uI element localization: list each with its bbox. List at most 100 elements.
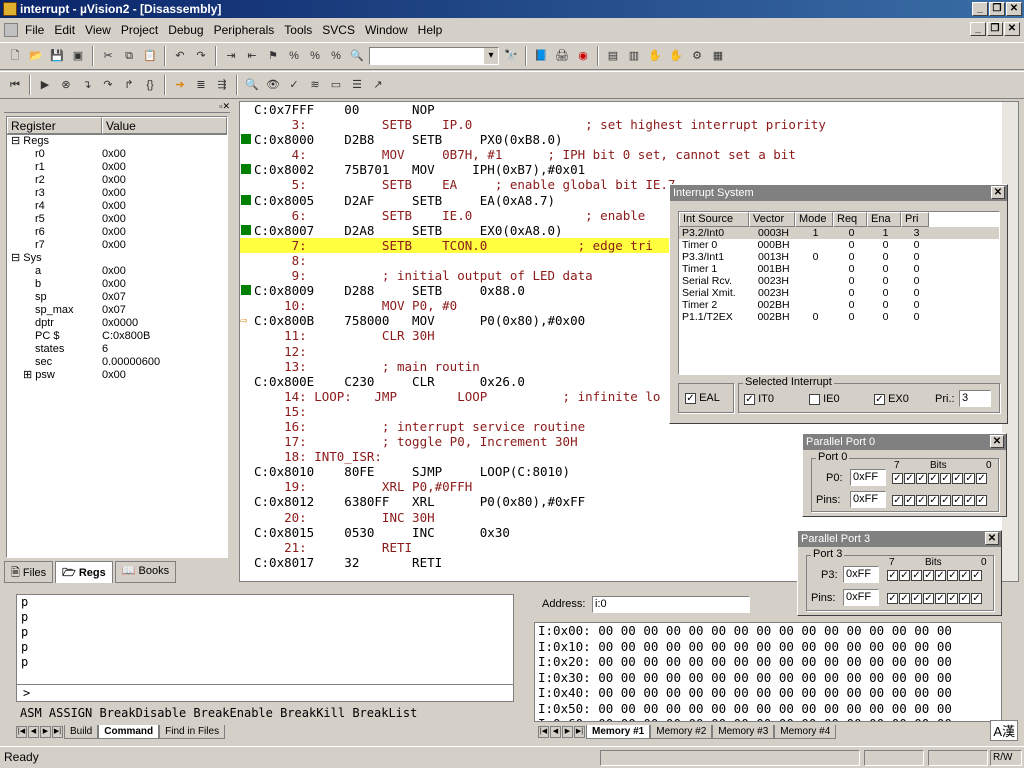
configure-icon[interactable]: ⚙ [688, 47, 706, 65]
bit-checkbox[interactable]: ✓ [940, 494, 951, 506]
close-icon[interactable]: ✕ [991, 186, 1005, 199]
port3-p-field[interactable]: 0xFF [843, 566, 879, 583]
bit-checkbox[interactable]: ✓ [959, 569, 970, 581]
register-row[interactable]: sp 0x07 [7, 291, 227, 304]
bookmark-icon[interactable]: ⚑ [264, 47, 282, 65]
interrupt-row[interactable]: Timer 0 000BH 0 0 0 [679, 239, 999, 251]
interrupt-column-header[interactable]: Int Source [679, 212, 749, 227]
register-row[interactable]: r3 0x00 [7, 187, 227, 200]
bit-checkbox[interactable]: ✓ [971, 569, 982, 581]
menu-file[interactable]: File [20, 23, 49, 37]
register-column-header[interactable]: Register [7, 117, 102, 134]
menu-debug[interactable]: Debug [163, 23, 208, 37]
source-line[interactable]: 4: MOV 0B7H, #1 ; IPH bit 0 set, cannot … [240, 147, 1018, 162]
tab-books[interactable]: 📖 Books [114, 561, 177, 583]
disassembly-window-icon[interactable]: 🔍 [243, 76, 261, 94]
asm-line[interactable]: C:0x7FFF 00 NOP [240, 102, 1018, 117]
source-browser-icon[interactable]: 📘 [532, 47, 550, 65]
run-icon[interactable]: ▶ [36, 76, 54, 94]
options-icon[interactable]: ▦ [709, 47, 727, 65]
register-row[interactable]: r1 0x00 [7, 161, 227, 174]
unindent-icon[interactable]: ⇤ [243, 47, 261, 65]
workspace-close-icon[interactable]: ▫✕ [219, 101, 230, 112]
cut-icon[interactable]: ✂ [99, 47, 117, 65]
menu-edit[interactable]: Edit [49, 23, 80, 37]
workspace-window-icon[interactable]: ▤ [604, 47, 622, 65]
bit-checkbox[interactable]: ✓ [904, 472, 915, 484]
prev-tab-icon[interactable]: ◀ [28, 726, 39, 738]
register-row[interactable]: r4 0x00 [7, 200, 227, 213]
menu-view[interactable]: View [80, 23, 116, 37]
debug-session-icon[interactable]: ◉ [574, 47, 592, 65]
first-tab-icon[interactable]: |◀ [16, 726, 27, 738]
bit-checkbox[interactable]: ✓ [916, 494, 927, 506]
new-file-icon[interactable]: 🗋 [6, 47, 24, 65]
tab-memory-4[interactable]: Memory #4 [774, 725, 837, 739]
restore-button[interactable]: ❐ [989, 2, 1005, 16]
bit-checkbox[interactable]: ✓ [952, 472, 963, 484]
open-folder-icon[interactable]: 📂 [27, 47, 45, 65]
interrupt-column-header[interactable]: Vector [749, 212, 795, 227]
toolbox-icon[interactable]: ↗ [369, 76, 387, 94]
menu-window[interactable]: Window [360, 23, 413, 37]
next-tab-icon[interactable]: ▶ [562, 726, 573, 738]
register-row[interactable]: r7 0x00 [7, 239, 227, 252]
last-tab-icon[interactable]: ▶| [52, 726, 63, 738]
clear-bookmarks-icon[interactable]: % [327, 47, 345, 65]
bit-checkbox[interactable]: ✓ [935, 569, 946, 581]
tab-memory-1[interactable]: Memory #1 [586, 725, 651, 739]
bit-checkbox[interactable]: ✓ [964, 494, 975, 506]
redo-icon[interactable]: ↷ [192, 47, 210, 65]
bit-checkbox[interactable]: ✓ [916, 472, 927, 484]
register-row[interactable]: PC $ C:0x800B [7, 330, 227, 343]
eal-checkbox[interactable]: ✓ EAL [685, 392, 720, 404]
register-row[interactable]: r5 0x00 [7, 213, 227, 226]
menu-help[interactable]: Help [413, 23, 448, 37]
value-column-header[interactable]: Value [102, 117, 227, 134]
interrupt-column-header[interactable]: Req [833, 212, 867, 227]
save-all-icon[interactable]: ▣ [69, 47, 87, 65]
bit-checkbox[interactable]: ✓ [940, 472, 951, 484]
it0-checkbox[interactable]: ✓ IT0 [744, 393, 774, 405]
interrupt-row[interactable]: P3.3/Int1 0013H 0 0 0 0 [679, 251, 999, 263]
register-row[interactable]: sec 0.00000600 [7, 356, 227, 369]
interrupt-row[interactable]: Serial Rcv. 0023H 0 0 0 [679, 275, 999, 287]
source-line[interactable]: 3: SETB IP.0 ; set highest interrupt pri… [240, 117, 1018, 132]
minimize-button[interactable]: _ [972, 2, 988, 16]
port3-titlebar[interactable]: Parallel Port 3 ✕ [798, 531, 1001, 547]
bit-checkbox[interactable]: ✓ [976, 494, 987, 506]
code-coverage-icon[interactable]: ✓ [285, 76, 303, 94]
ex0-checkbox[interactable]: ✓ EX0 [874, 393, 909, 405]
register-row[interactable]: a 0x00 [7, 265, 227, 278]
tab-memory-2[interactable]: Memory #2 [650, 725, 713, 739]
register-row[interactable]: r2 0x00 [7, 174, 227, 187]
find-icon[interactable]: 🔭 [502, 47, 520, 65]
trace-icon[interactable]: ≣ [192, 76, 210, 94]
prev-bookmark-icon[interactable]: % [306, 47, 324, 65]
bit-checkbox[interactable]: ✓ [892, 472, 903, 484]
bit-checkbox[interactable]: ✓ [952, 494, 963, 506]
register-row[interactable]: ⊟ Sys [7, 252, 227, 265]
ime-indicator[interactable]: A漢 [990, 720, 1018, 741]
step-out-icon[interactable]: ↱ [120, 76, 138, 94]
next-tab-icon[interactable]: ▶ [40, 726, 51, 738]
interrupt-row[interactable]: P1.1/T2EX 002BH 0 0 0 0 [679, 311, 999, 323]
trace-records-icon[interactable]: ⇶ [213, 76, 231, 94]
output-window-icon[interactable]: ▥ [625, 47, 643, 65]
bit-checkbox[interactable]: ✓ [928, 472, 939, 484]
register-row[interactable]: dptr 0x0000 [7, 317, 227, 330]
next-bookmark-icon[interactable]: % [285, 47, 303, 65]
port0-p-field[interactable]: 0xFF [850, 469, 886, 486]
bit-checkbox[interactable]: ✓ [976, 472, 987, 484]
stop-icon[interactable]: ✋ [667, 47, 685, 65]
close-button[interactable]: ✕ [1006, 2, 1022, 16]
watch-window-icon[interactable]: 👁 [264, 76, 282, 94]
save-icon[interactable]: 💾 [48, 47, 66, 65]
print-icon[interactable]: 🖨 [553, 47, 571, 65]
tab-command[interactable]: Command [98, 725, 160, 739]
register-row[interactable]: ⊟ Regs [7, 135, 227, 148]
prev-tab-icon[interactable]: ◀ [550, 726, 561, 738]
performance-analyzer-icon[interactable]: ≋ [306, 76, 324, 94]
asm-line[interactable]: C:0x8002 75B701 MOV IPH(0xB7),#0x01 [240, 162, 1018, 177]
mdi-minimize-button[interactable]: _ [970, 22, 986, 36]
